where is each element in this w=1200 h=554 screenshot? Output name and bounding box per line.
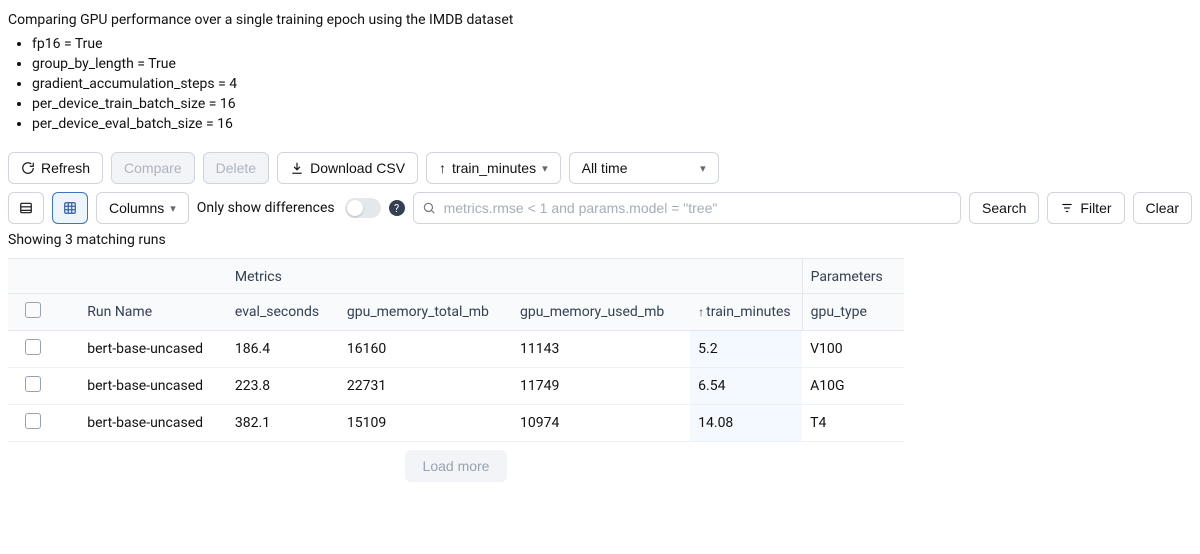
delete-button[interactable]: Delete: [203, 152, 269, 184]
col-run-name[interactable]: Run Name: [79, 294, 227, 331]
cell-train-minutes: 14.08: [690, 405, 802, 442]
select-all-checkbox[interactable]: [25, 302, 41, 318]
list-view-icon: [19, 201, 33, 215]
cell-train-minutes: 6.54: [690, 368, 802, 405]
download-icon: [290, 161, 304, 175]
grid-view-icon: [63, 201, 77, 215]
table-row[interactable]: bert-base-uncased 382.1 15109 10974 14.0…: [8, 405, 904, 442]
col-train-minutes[interactable]: ↑train_minutes: [690, 294, 802, 331]
cell-gpu-type: V100: [802, 331, 904, 368]
row-checkbox[interactable]: [25, 413, 41, 429]
runs-secondary-toolbar: Columns ▾ Only show differences ? Search…: [8, 192, 1192, 224]
group-header-parameters: Parameters: [802, 259, 904, 294]
view-grid-button[interactable]: [52, 192, 88, 224]
columns-label: Columns: [109, 200, 164, 216]
time-range-button[interactable]: All time ▾: [569, 152, 719, 184]
cell-train-minutes: 5.2: [690, 331, 802, 368]
cell-gpu-memory-used: 10974: [512, 405, 690, 442]
col-eval-seconds[interactable]: eval_seconds: [227, 294, 339, 331]
cell-gpu-type: T4: [802, 405, 904, 442]
runs-table: Metrics Parameters Run Name eval_seconds…: [8, 258, 904, 442]
time-range-label: All time: [582, 160, 628, 176]
table-row[interactable]: bert-base-uncased 223.8 22731 11749 6.54…: [8, 368, 904, 405]
view-list-button[interactable]: [8, 192, 44, 224]
param-item: per_device_eval_batch_size = 16: [32, 116, 1192, 132]
param-item: group_by_length = True: [32, 56, 1192, 72]
chevron-down-icon: ▾: [700, 162, 706, 175]
compare-button[interactable]: Compare: [111, 152, 195, 184]
compare-label: Compare: [124, 160, 182, 176]
cell-gpu-memory-total: 15109: [339, 405, 512, 442]
showing-runs-text: Showing 3 matching runs: [8, 232, 1192, 248]
refresh-label: Refresh: [41, 160, 90, 176]
col-gpu-memory-used[interactable]: gpu_memory_used_mb: [512, 294, 690, 331]
cell-gpu-memory-used: 11143: [512, 331, 690, 368]
group-header-metrics: Metrics: [227, 259, 802, 294]
cell-gpu-memory-total: 22731: [339, 368, 512, 405]
sort-column-button[interactable]: ↑ train_minutes ▾: [426, 152, 561, 184]
sort-column-label: train_minutes: [452, 160, 536, 176]
search-icon: [422, 201, 436, 215]
columns-button[interactable]: Columns ▾: [96, 192, 189, 224]
cell-gpu-memory-used: 11749: [512, 368, 690, 405]
cell-eval-seconds: 382.1: [227, 405, 339, 442]
table-row[interactable]: bert-base-uncased 186.4 16160 11143 5.2 …: [8, 331, 904, 368]
cell-run-name: bert-base-uncased: [79, 405, 227, 442]
param-item: per_device_train_batch_size = 16: [32, 96, 1192, 112]
delete-label: Delete: [216, 160, 256, 176]
download-csv-button[interactable]: Download CSV: [277, 152, 418, 184]
query-search-input[interactable]: [442, 199, 952, 217]
cell-gpu-memory-total: 16160: [339, 331, 512, 368]
chevron-down-icon: ▾: [170, 202, 176, 215]
cell-eval-seconds: 186.4: [227, 331, 339, 368]
cell-run-name: bert-base-uncased: [79, 368, 227, 405]
filter-label: Filter: [1080, 200, 1111, 216]
row-checkbox[interactable]: [25, 376, 41, 392]
load-more-button[interactable]: Load more: [405, 450, 508, 482]
download-csv-label: Download CSV: [310, 160, 405, 176]
help-icon[interactable]: ?: [389, 200, 405, 216]
refresh-icon: [21, 161, 35, 175]
cell-run-name: bert-base-uncased: [79, 331, 227, 368]
cell-eval-seconds: 223.8: [227, 368, 339, 405]
only-show-differences-label: Only show differences: [197, 200, 335, 216]
chevron-down-icon: ▾: [542, 162, 548, 175]
refresh-button[interactable]: Refresh: [8, 152, 103, 184]
cell-gpu-type: A10G: [802, 368, 904, 405]
sort-asc-icon: ↑: [698, 305, 704, 319]
clear-label: Clear: [1146, 200, 1179, 216]
filter-icon: [1060, 201, 1074, 215]
col-gpu-memory-total[interactable]: gpu_memory_total_mb: [339, 294, 512, 331]
filter-button[interactable]: Filter: [1047, 192, 1124, 224]
page-title: Comparing GPU performance over a single …: [8, 12, 1192, 28]
row-checkbox[interactable]: [25, 339, 41, 355]
training-params-list: fp16 = True group_by_length = True gradi…: [32, 36, 1192, 132]
runs-toolbar: Refresh Compare Delete Download CSV ↑ tr…: [8, 152, 1192, 184]
col-gpu-type[interactable]: gpu_type: [802, 294, 904, 331]
param-item: gradient_accumulation_steps = 4: [32, 76, 1192, 92]
search-button[interactable]: Search: [969, 192, 1039, 224]
only-show-differences-toggle[interactable]: [345, 198, 381, 218]
clear-button[interactable]: Clear: [1133, 192, 1192, 224]
param-item: fp16 = True: [32, 36, 1192, 52]
search-label: Search: [982, 200, 1026, 216]
query-search-box[interactable]: [413, 192, 961, 224]
arrow-up-icon: ↑: [439, 160, 446, 176]
